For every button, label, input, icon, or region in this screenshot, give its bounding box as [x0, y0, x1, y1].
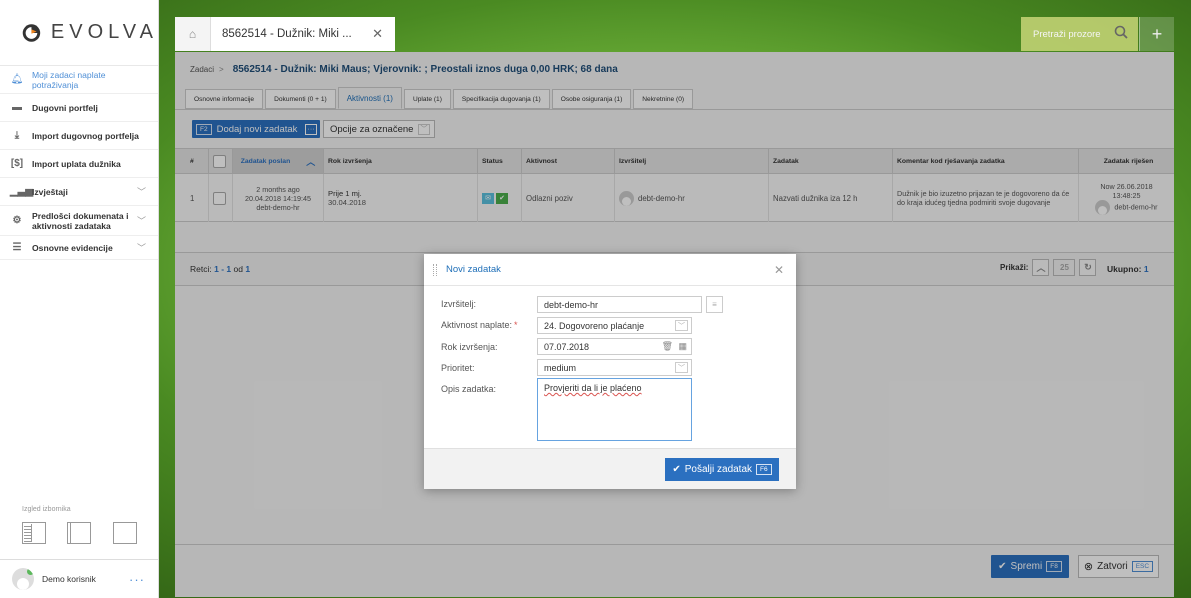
priority-row: Prioritet:: [441, 363, 537, 373]
chevron-down-icon: ﹀: [675, 320, 688, 331]
activity-value: 24. Dogovoreno plaćanje: [544, 320, 645, 331]
dialog-title: Novi zadatak: [446, 264, 501, 275]
layout-option-narrow[interactable]: [67, 522, 91, 544]
user-name: Demo korisnik: [42, 574, 96, 584]
window-tab[interactable]: 8562514 - Dužnik: Miki ... ✕: [211, 17, 395, 51]
new-task-dialog: Novi zadatak ✕ Izvršitelj: debt-demo-hr …: [424, 254, 796, 489]
gear-icon: ⚙: [12, 214, 22, 226]
new-window-button[interactable]: +: [1139, 17, 1174, 51]
check-circle-icon: ✔: [672, 464, 681, 475]
description-label: Opis zadatka:: [441, 384, 497, 394]
sidebar-item-label: Dugovni portfelj: [32, 102, 98, 113]
sidebar-item-my-tasks[interactable]: 🔔︎ Moji zadaci naplate potraživanja: [0, 66, 158, 94]
activity-select[interactable]: 24. Dogovoreno plaćanje ﹀: [537, 317, 692, 334]
sidebar-item-label: Import uplata dužnika: [32, 158, 121, 169]
more-options-icon[interactable]: ···: [129, 572, 145, 587]
sidebar-item-basic-records[interactable]: ☰ Osnovne evidencije ﹀: [0, 236, 158, 260]
drag-handle-icon[interactable]: [433, 264, 437, 276]
briefcase-icon: ▬: [12, 102, 22, 113]
sidebar-item-debt-portfolio[interactable]: ▬ Dugovni portfelj: [0, 94, 158, 122]
close-icon[interactable]: ✕: [372, 26, 383, 42]
layout-label: Izgled izbornika: [22, 506, 71, 513]
sidebar-item-import-payments[interactable]: [$] Import uplata dužnika: [0, 150, 158, 178]
activity-row: Aktivnost naplate: *: [441, 320, 537, 330]
executor-row: Izvršitelj:: [441, 299, 537, 309]
avatar: [12, 568, 34, 590]
due-label: Rok izvršenja:: [441, 342, 498, 352]
activity-label-text: Aktivnost naplate:: [441, 320, 513, 330]
sidebar-item-label: Import dugovnog portfelja: [32, 130, 139, 141]
logo-text: EVOLVA: [50, 21, 158, 43]
send-task-label: Pošalji zadatak: [684, 464, 753, 475]
filter-icon: ≡: [712, 300, 717, 309]
send-task-button[interactable]: ✔ Pošalji zadatak F6: [665, 458, 779, 481]
money-icon: [$]: [10, 158, 24, 169]
layout-option-hidden[interactable]: [113, 522, 137, 544]
calendar-icon[interactable]: ▦: [678, 341, 687, 352]
logo[interactable]: EVOLVA: [0, 0, 158, 66]
sidebar-item-label: Predlošci dokumenata i aktivnosti zadata…: [32, 210, 129, 231]
description-row: Opis zadatka:: [441, 384, 537, 394]
list-icon: ☰: [12, 242, 22, 253]
shortcut-badge: F6: [756, 464, 772, 475]
sidebar-item-label: Osnovne evidencije: [32, 242, 113, 253]
sidebar-item-import-portfolio[interactable]: ⤓ Import dugovnog portfelja: [0, 122, 158, 150]
window-search[interactable]: Pretraži prozore: [1021, 17, 1138, 51]
priority-label: Prioritet:: [441, 363, 475, 373]
executor-field[interactable]: debt-demo-hr: [537, 296, 702, 313]
executor-label: Izvršitelj:: [441, 299, 477, 309]
due-row: Rok izvršenja:: [441, 342, 537, 352]
user-panel[interactable]: Demo korisnik ···: [0, 559, 159, 598]
evolva-logo-icon: [22, 23, 41, 42]
import-icon: ⤓: [14, 130, 20, 141]
sidebar-item-templates[interactable]: ⚙ Predlošci dokumenata i aktivnosti zada…: [0, 206, 158, 236]
required-marker: *: [514, 320, 518, 330]
plus-icon: +: [1151, 23, 1163, 44]
online-status-icon: [27, 568, 34, 575]
layout-option-full[interactable]: [22, 522, 46, 544]
chevron-down-icon: ﹀: [136, 215, 146, 226]
description-textarea[interactable]: Provjeriti da li je plaćeno: [537, 378, 692, 441]
search-icon[interactable]: [1114, 25, 1128, 42]
dialog-footer: ✔ Pošalji zadatak F6: [424, 448, 796, 489]
sidebar-item-label: Izvještaji: [32, 186, 68, 197]
close-icon[interactable]: ✕: [774, 263, 784, 277]
chevron-down-icon: ﹀: [136, 187, 146, 197]
chevron-down-icon: ﹀: [675, 362, 688, 373]
dialog-header[interactable]: Novi zadatak ✕: [424, 254, 796, 286]
home-icon: ⌂: [188, 27, 197, 41]
sidebar: EVOLVA 🔔︎ Moji zadaci naplate potraživan…: [0, 0, 159, 598]
bar-chart-icon: ▁▃▅: [10, 186, 34, 197]
sidebar-item-label: Moji zadaci naplate potraživanja: [32, 69, 106, 90]
trash-icon[interactable]: 🗑︎: [662, 341, 673, 352]
due-date-value: 07.07.2018: [544, 341, 590, 352]
due-date-field[interactable]: 07.07.2018 🗑︎ ▦: [537, 338, 692, 355]
bell-icon: 🔔︎: [10, 74, 24, 85]
chevron-down-icon: ﹀: [136, 243, 146, 253]
sidebar-item-reports[interactable]: ▁▃▅ Izvještaji ﹀: [0, 178, 158, 206]
activity-label: Aktivnost naplate: *: [441, 320, 537, 330]
home-button[interactable]: ⌂: [175, 17, 211, 51]
window-search-placeholder: Pretraži prozore: [1033, 28, 1101, 40]
description-value: Provjeriti da li je plaćeno: [544, 383, 642, 393]
executor-select-button[interactable]: ≡: [706, 296, 723, 313]
priority-value: medium: [544, 362, 577, 373]
window-tab-title: 8562514 - Dužnik: Miki ...: [222, 28, 352, 40]
priority-select[interactable]: medium ﹀: [537, 359, 692, 376]
